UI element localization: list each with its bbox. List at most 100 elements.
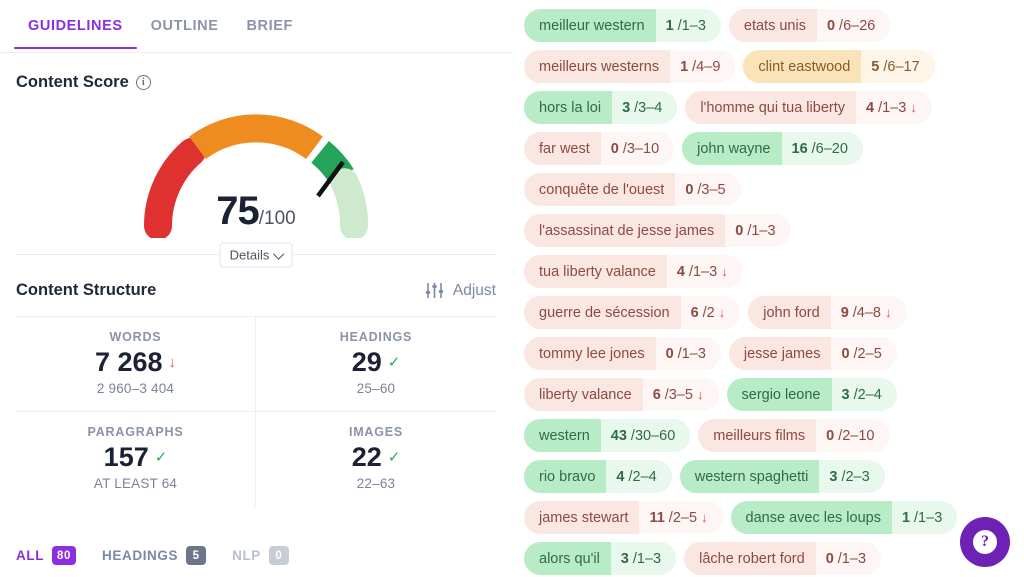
filter-nlp-count: 0: [268, 546, 289, 565]
keyword-tag-count: 3/2–3: [819, 460, 885, 493]
arrow-down-icon: ↓: [718, 305, 726, 320]
keyword-tag-term: l'homme qui tua liberty: [685, 91, 856, 124]
keyword-row: meilleur western 1/1–3 etats unis 0/6–26: [524, 9, 1024, 42]
keyword-tag[interactable]: clint eastwood 5/6–17: [743, 50, 935, 83]
keyword-tag[interactable]: meilleur western 1/1–3: [524, 9, 721, 42]
arrow-down-icon: ↓: [885, 305, 892, 320]
stat-words-number: 7 268: [94, 347, 163, 377]
keyword-tag-count: 9/4–8 ↓: [830, 296, 907, 329]
filter-headings-label: HEADINGS: [102, 548, 179, 563]
chevron-down-icon: [272, 247, 285, 260]
stat-words-label: WORDS: [109, 330, 162, 344]
tab-guidelines[interactable]: GUIDELINES: [14, 18, 137, 49]
keyword-list-panel[interactable]: meilleur western 1/1–3 etats unis 0/6–26 mei…: [512, 0, 1024, 577]
keyword-tag[interactable]: jesse james 0/2–5: [728, 337, 897, 370]
stat-headings: HEADINGS 29 ✓ 25–60: [256, 317, 496, 413]
keyword-tag-count: 0/1–3: [725, 214, 791, 247]
keyword-tag-term: john ford: [748, 296, 831, 329]
keyword-row: conquête de l'ouest 0/3–5: [524, 173, 1024, 206]
keyword-tag-count: 1/1–3: [891, 501, 958, 534]
keyword-tag-count: 1/1–3: [655, 9, 721, 42]
stat-paragraphs-value: 157 ✓: [20, 442, 251, 473]
keyword-tag-term: hors la loi: [524, 91, 613, 124]
keyword-tag[interactable]: alors qu'il 3/1–3: [524, 542, 677, 575]
stat-words-range: 2 960–3 404: [96, 381, 175, 397]
stat-paragraphs-label: PARAGRAPHS: [87, 425, 184, 440]
keyword-tag-count: 0/3–10: [600, 132, 675, 165]
tab-guidelines-label: GUIDELINES: [28, 18, 123, 34]
keyword-tag[interactable]: l'assassinat de jesse james 0/1–3: [524, 214, 791, 247]
keyword-tag-count: 6/3–5 ↓: [642, 378, 719, 411]
keyword-tag[interactable]: hors la loi 3/3–4: [524, 91, 678, 124]
arrow-down-icon: ↓: [721, 264, 728, 279]
content-score-gauge: 75/100: [136, 106, 376, 238]
stat-headings-number: 29: [351, 347, 382, 377]
gauge-max: /100: [258, 208, 296, 229]
keyword-tag[interactable]: rio bravo 4/2–4: [524, 460, 672, 493]
keyword-tag[interactable]: conquête de l'ouest 0/3–5: [524, 173, 741, 206]
content-score-section: Content Score i 75/100 Details: [0, 53, 512, 268]
keyword-tag[interactable]: liberty valance 6/3–5 ↓: [524, 378, 719, 411]
details-button[interactable]: Details: [219, 242, 293, 268]
keyword-tag[interactable]: tommy lee jones 0/1–3: [524, 337, 721, 370]
filter-all[interactable]: ALL 80: [16, 546, 77, 565]
check-icon: ✓: [387, 353, 401, 371]
check-icon: ✓: [387, 448, 401, 466]
tab-outline[interactable]: OUTLINE: [137, 18, 233, 48]
keyword-tag[interactable]: john ford 9/4–8 ↓: [748, 296, 907, 329]
sliders-icon: [425, 283, 444, 298]
keyword-tag[interactable]: tua liberty valance 4/1–3 ↓: [524, 255, 743, 288]
keyword-tag-count: 5/6–17: [861, 50, 935, 83]
keyword-tag[interactable]: etats unis 0/6–26: [728, 9, 891, 42]
keyword-tag-term: rio bravo: [524, 460, 607, 493]
content-structure-title: Content Structure: [16, 281, 156, 300]
keyword-tag-term: lâche robert ford: [684, 542, 816, 575]
keyword-row: meilleurs westerns 1/4–9 clint eastwood 5/6…: [524, 50, 1024, 83]
keyword-tag[interactable]: danse avec les loups 1/1–3: [730, 501, 958, 534]
keyword-tag-term: meilleurs westerns: [524, 50, 671, 83]
stat-images: IMAGES 22 ✓ 22–63: [256, 412, 496, 506]
keyword-row: tommy lee jones 0/1–3 jesse james 0/2–5: [524, 337, 1024, 370]
details-button-label: Details: [229, 247, 270, 263]
keyword-tag-term: tua liberty valance: [524, 255, 667, 288]
keyword-tag-count: 0/1–3: [815, 542, 882, 575]
adjust-label: Adjust: [452, 281, 496, 299]
tab-brief[interactable]: BRIEF: [232, 18, 307, 48]
keyword-tag[interactable]: guerre de sécession 6/2 ↓: [524, 296, 741, 329]
keyword-tag-count: 4/2–4: [606, 460, 672, 493]
keyword-tag-term: etats unis: [728, 9, 817, 42]
stat-headings-label: HEADINGS: [339, 330, 413, 344]
keyword-tag-term: western spaghetti: [679, 460, 820, 493]
stat-paragraphs-number: 157: [103, 442, 149, 473]
keyword-tag[interactable]: western spaghetti 3/2–3: [679, 460, 885, 493]
left-panel: GUIDELINES OUTLINE BRIEF Content Score i: [0, 0, 512, 577]
stat-images-number: 22: [351, 442, 382, 473]
adjust-button[interactable]: Adjust: [425, 282, 496, 300]
stat-headings-range: 25–60: [356, 381, 396, 397]
help-button[interactable]: ?: [960, 517, 1010, 567]
keyword-tag[interactable]: far west 0/3–10: [524, 132, 675, 165]
keyword-tag[interactable]: james stewart 11/2–5 ↓: [524, 501, 723, 534]
keyword-tag[interactable]: meilleurs films 0/2–10: [698, 419, 890, 452]
filter-nlp[interactable]: NLP 0: [232, 546, 289, 565]
filter-all-count: 80: [52, 546, 77, 565]
keyword-tag-term: tommy lee jones: [524, 337, 656, 370]
keyword-tag[interactable]: john wayne 16/6–20: [682, 132, 863, 165]
keyword-tag[interactable]: lâche robert ford 0/1–3: [684, 542, 882, 575]
gauge-score: 75: [216, 189, 259, 233]
filter-headings[interactable]: HEADINGS 5: [102, 546, 207, 565]
keyword-row: tua liberty valance 4/1–3 ↓: [524, 255, 1024, 288]
keyword-tag[interactable]: meilleurs westerns 1/4–9: [524, 50, 736, 83]
keyword-tag[interactable]: sergio leone 3/2–4: [726, 378, 897, 411]
keyword-tag-term: l'assassinat de jesse james: [524, 214, 726, 247]
check-icon: ✓: [154, 448, 168, 466]
keyword-tag-count: 3/1–3: [610, 542, 677, 575]
keyword-tag-term: clint eastwood: [743, 50, 862, 83]
keyword-tag-count: 0/1–3: [655, 337, 721, 370]
keyword-tag[interactable]: l'homme qui tua liberty 4/1–3 ↓: [685, 91, 932, 124]
info-icon[interactable]: i: [135, 75, 151, 90]
keyword-tag-term: far west: [524, 132, 601, 165]
gauge-segment-average: [189, 114, 323, 160]
keyword-tag[interactable]: western 43/30–60: [524, 419, 691, 452]
keyword-tag-count: 16/6–20: [781, 132, 863, 165]
